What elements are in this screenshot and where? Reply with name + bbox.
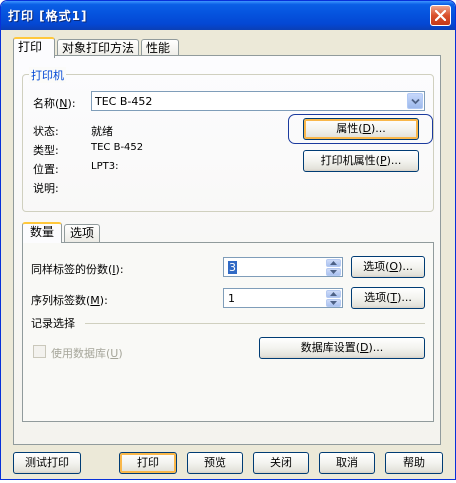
copies-suffix: ): (115, 263, 124, 276)
copies-options-suffix: )... (398, 260, 413, 273)
print-label: 打印 (137, 456, 159, 469)
type-label: 类型: (33, 144, 59, 157)
tab-options[interactable]: 选项 (64, 224, 100, 242)
copies-spinbox[interactable]: 3 (223, 257, 343, 277)
name-suffix: ): (67, 97, 76, 110)
help-button[interactable]: 帮助 (385, 452, 443, 474)
copies-spin-buttons (326, 259, 341, 276)
location-label: 位置: (33, 163, 59, 176)
tab-quantity-label: 数量 (29, 225, 54, 239)
properties-suffix: )... (371, 122, 386, 135)
printer-name-select[interactable]: TEC B-452 (91, 91, 425, 111)
printer-group: 打印机 名称(N): TEC B-452 状态: 就绪 类型: TEC B-45… (22, 67, 434, 212)
use-database-checkbox[interactable] (33, 345, 46, 358)
db-settings-key: D (360, 341, 369, 354)
records-label: 记录选择 (31, 317, 75, 330)
printer-props-key: P (379, 154, 387, 167)
close-window-button[interactable] (430, 5, 451, 26)
serial-spinbox[interactable]: 1 (223, 288, 343, 308)
close-button[interactable]: 关闭 (253, 452, 309, 474)
use-db-prefix: 使用数据库( (51, 347, 111, 360)
cancel-button[interactable]: 取消 (319, 452, 375, 474)
chevron-down-icon[interactable] (407, 93, 423, 109)
properties-key: D (362, 122, 371, 135)
help-label: 帮助 (403, 456, 425, 469)
printer-name-label: 名称(N): (33, 95, 76, 111)
spin-up-icon[interactable] (326, 259, 341, 267)
serial-key: M (90, 294, 100, 307)
name-prefix: 名称( (33, 97, 60, 110)
properties-prefix: 属性( (336, 122, 363, 135)
properties-button[interactable]: 属性(D)... (303, 118, 419, 140)
preview-label: 预览 (204, 456, 226, 469)
copies-prefix: 同样标签的份数( (31, 263, 113, 276)
cancel-label: 取消 (336, 456, 358, 469)
comment-label: 说明: (33, 182, 59, 195)
close-label: 关闭 (270, 456, 292, 469)
tab-print[interactable]: 打印 (13, 37, 55, 58)
tab-quantity[interactable]: 数量 (22, 222, 62, 243)
serial-value: 1 (228, 292, 235, 305)
records-divider (85, 323, 425, 324)
db-settings-prefix: 数据库设置( (300, 341, 361, 354)
serial-options-prefix: 选项( (364, 291, 391, 304)
serial-prefix: 序列标签数( (31, 294, 91, 307)
serial-suffix: ): (99, 294, 108, 307)
tab-print-label: 打印 (18, 40, 43, 54)
name-key: N (59, 97, 68, 110)
serial-options-button[interactable]: 选项(T)... (351, 287, 425, 309)
database-settings-button[interactable]: 数据库设置(D)... (259, 337, 425, 359)
print-tab-panel: 打印机 名称(N): TEC B-452 状态: 就绪 类型: TEC B-45… (13, 55, 441, 445)
copies-options-key: O (389, 260, 399, 273)
spin-up-icon[interactable] (326, 290, 341, 298)
test-print-button[interactable]: 测试打印 (13, 452, 81, 474)
status-label: 状态: (33, 125, 59, 138)
printer-props-suffix: )... (386, 154, 402, 167)
dialog-client: 打印 对象打印方法 性能 打印机 名称(N): TEC B-452 状态: 就绪… (5, 31, 451, 478)
copies-label: 同样标签的份数(I): (31, 261, 124, 277)
use-database-label: 使用数据库(U) (51, 345, 123, 361)
copies-options-button[interactable]: 选项(O)... (351, 256, 425, 278)
location-value: LPT3: (91, 161, 119, 172)
type-value: TEC B-452 (91, 142, 144, 153)
serial-options-suffix: )... (397, 291, 412, 304)
print-button[interactable]: 打印 (119, 452, 177, 474)
use-db-suffix: ) (118, 347, 123, 360)
printer-name-value: TEC B-452 (95, 95, 153, 108)
print-dialog: 打印 [格式1] 打印 对象打印方法 性能 打印机 名称(N): TEC B-4… (0, 0, 456, 480)
tab-object-print-method-label: 对象打印方法 (62, 41, 135, 55)
printer-group-label: 打印机 (29, 67, 66, 83)
window-title: 打印 [格式1] (8, 9, 88, 23)
copies-value: 3 (228, 261, 237, 274)
spin-down-icon[interactable] (326, 268, 341, 276)
quantity-panel: 同样标签的份数(I): 3 选项(O)... 序列标签数(M): 1 选项(T)… (22, 242, 434, 422)
db-settings-suffix: )... (368, 341, 384, 354)
spin-down-icon[interactable] (326, 299, 341, 307)
test-print-label: 测试打印 (25, 456, 69, 469)
printer-props-prefix: 打印机属性( (320, 154, 380, 167)
serial-label: 序列标签数(M): (31, 292, 108, 308)
printer-properties-button[interactable]: 打印机属性(P)... (303, 150, 419, 172)
copies-options-prefix: 选项( (363, 260, 390, 273)
status-value: 就绪 (91, 125, 113, 138)
serial-spin-buttons (326, 290, 341, 307)
tab-performance-label: 性能 (146, 41, 171, 55)
tab-options-label: 选项 (69, 226, 94, 240)
preview-button[interactable]: 预览 (187, 452, 243, 474)
title-bar[interactable]: 打印 [格式1] (1, 1, 455, 30)
